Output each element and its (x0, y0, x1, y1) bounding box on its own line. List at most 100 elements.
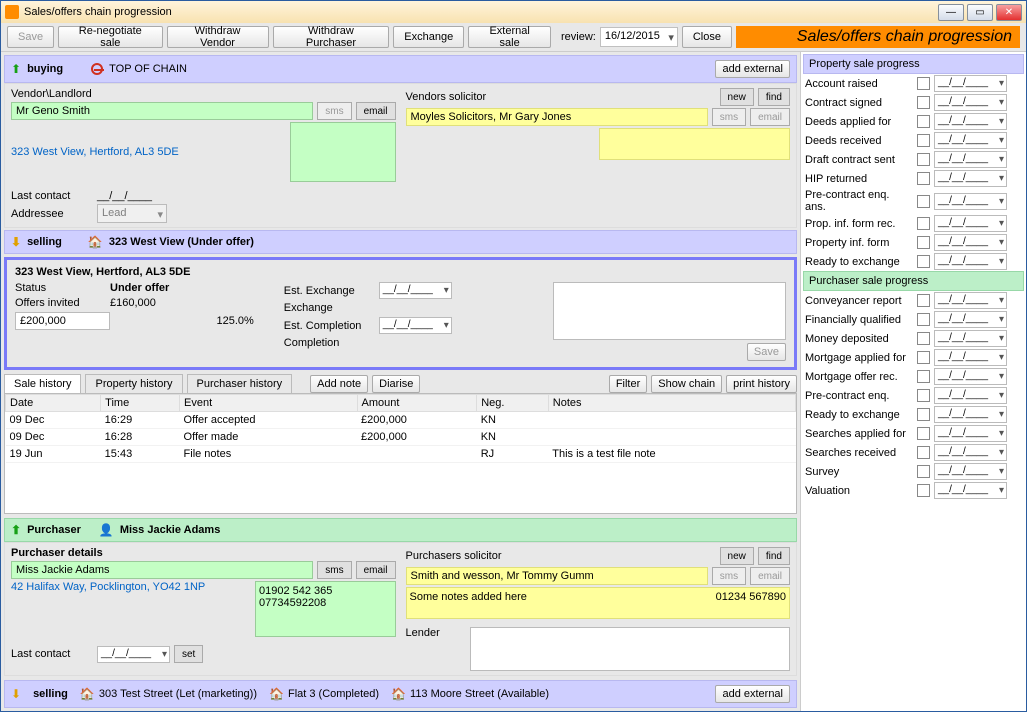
save-button[interactable]: Save (7, 26, 54, 48)
progress-date[interactable]: __/__/____ (934, 292, 1007, 309)
diarise-button[interactable]: Diarise (372, 375, 420, 393)
purchaser-solicitor-new-button[interactable]: new (720, 547, 754, 565)
vendor-email-button[interactable]: email (356, 102, 396, 120)
grid-header[interactable]: Event (180, 395, 358, 412)
purchaser-solicitor-find-button[interactable]: find (758, 547, 790, 565)
history-grid[interactable]: DateTimeEventAmountNeg.Notes 09 Dec16:29… (4, 393, 797, 514)
purchaser-sms-button[interactable]: sms (317, 561, 351, 579)
purchaser-solicitor-notes[interactable]: Some notes added here 01234 567890 (406, 587, 791, 619)
progress-date[interactable]: __/__/____ (934, 215, 1007, 232)
set-button[interactable]: set (174, 645, 203, 663)
progress-checkbox[interactable] (917, 408, 930, 421)
vendor-name-field[interactable]: Mr Geno Smith (11, 102, 313, 120)
progress-date[interactable]: __/__/____ (934, 349, 1007, 366)
close-window-button[interactable]: ✕ (996, 4, 1022, 21)
show-chain-button[interactable]: Show chain (651, 375, 722, 393)
grid-header[interactable]: Amount (357, 395, 477, 412)
bottom-prop1[interactable]: 303 Test Street (Let (marketing)) (99, 688, 257, 700)
withdraw-vendor-button[interactable]: Withdraw Vendor (167, 26, 269, 48)
solicitor-find-button[interactable]: find (758, 88, 790, 106)
tab-purchaser-history[interactable]: Purchaser history (187, 374, 293, 393)
purchaser-name-field[interactable]: Miss Jackie Adams (11, 561, 313, 579)
progress-checkbox[interactable] (917, 134, 930, 147)
progress-date[interactable]: __/__/____ (934, 387, 1007, 404)
solicitor-email-button[interactable]: email (750, 108, 790, 126)
progress-checkbox[interactable] (917, 255, 930, 268)
withdraw-purchaser-button[interactable]: Withdraw Purchaser (273, 26, 390, 48)
purchaser-solicitor-name-field[interactable]: Smith and wesson, Mr Tommy Gumm (406, 567, 708, 585)
progress-checkbox[interactable] (917, 389, 930, 402)
bottom-prop2[interactable]: Flat 3 (Completed) (288, 688, 379, 700)
progress-checkbox[interactable] (917, 115, 930, 128)
progress-date[interactable]: __/__/____ (934, 253, 1007, 270)
vendor-sms-button[interactable]: sms (317, 102, 351, 120)
lender-notes[interactable] (470, 627, 791, 671)
progress-date[interactable]: __/__/____ (934, 482, 1007, 499)
bottom-prop3[interactable]: 113 Moore Street (Available) (410, 688, 549, 700)
renegotiate-button[interactable]: Re-negotiate sale (58, 26, 162, 48)
progress-checkbox[interactable] (917, 313, 930, 326)
table-row[interactable]: 19 Jun15:43File notesRJThis is a test fi… (6, 446, 796, 463)
progress-date[interactable]: __/__/____ (934, 234, 1007, 251)
close-button[interactable]: Close (682, 26, 732, 48)
progress-date[interactable]: __/__/____ (934, 463, 1007, 480)
progress-checkbox[interactable] (917, 427, 930, 440)
progress-checkbox[interactable] (917, 172, 930, 185)
print-history-button[interactable]: print history (726, 375, 797, 393)
table-row[interactable]: 09 Dec16:28Offer made£200,000KN (6, 429, 796, 446)
progress-checkbox[interactable] (917, 484, 930, 497)
vendor-address-link[interactable]: 323 West View, Hertford, AL3 5DE (11, 146, 179, 158)
table-row[interactable]: 09 Dec16:29Offer accepted£200,000KN (6, 412, 796, 429)
progress-date[interactable]: __/__/____ (934, 330, 1007, 347)
progress-date[interactable]: __/__/____ (934, 151, 1007, 168)
est-exchange-date[interactable]: __/__/____ (379, 282, 452, 299)
progress-date[interactable]: __/__/____ (934, 193, 1007, 210)
progress-date[interactable]: __/__/____ (934, 444, 1007, 461)
progress-checkbox[interactable] (917, 465, 930, 478)
solicitor-new-button[interactable]: new (720, 88, 754, 106)
progress-date[interactable]: __/__/____ (934, 406, 1007, 423)
progress-checkbox[interactable] (917, 195, 930, 208)
add-external-bottom-button[interactable]: add external (715, 685, 790, 703)
purchaser-notes[interactable]: 01902 542 365 07734592208 (255, 581, 396, 637)
addressee-select[interactable]: Lead (97, 204, 167, 223)
progress-date[interactable]: __/__/____ (934, 425, 1007, 442)
minimize-button[interactable]: — (938, 4, 964, 21)
purchaser-email-button[interactable]: email (356, 561, 396, 579)
progress-checkbox[interactable] (917, 294, 930, 307)
progress-date[interactable]: __/__/____ (934, 311, 1007, 328)
purchaser-address-link[interactable]: 42 Halifax Way, Pocklington, YO42 1NP (11, 581, 251, 593)
purchaser-solicitor-sms-button[interactable]: sms (712, 567, 746, 585)
progress-date[interactable]: __/__/____ (934, 132, 1007, 149)
progress-checkbox[interactable] (917, 332, 930, 345)
tab-sale-history[interactable]: Sale history (4, 374, 81, 393)
card-notes[interactable] (553, 282, 786, 340)
progress-checkbox[interactable] (917, 217, 930, 230)
solicitor-notes[interactable] (599, 128, 790, 160)
card-save-button[interactable]: Save (747, 343, 786, 361)
progress-date[interactable]: __/__/____ (934, 113, 1007, 130)
add-external-buying-button[interactable]: add external (715, 60, 790, 78)
progress-checkbox[interactable] (917, 446, 930, 459)
progress-date[interactable]: __/__/____ (934, 94, 1007, 111)
exchange-button[interactable]: Exchange (393, 26, 464, 48)
add-note-button[interactable]: Add note (310, 375, 368, 393)
progress-checkbox[interactable] (917, 96, 930, 109)
progress-checkbox[interactable] (917, 153, 930, 166)
progress-checkbox[interactable] (917, 77, 930, 90)
progress-date[interactable]: __/__/____ (934, 75, 1007, 92)
purchaser-solicitor-email-button[interactable]: email (750, 567, 790, 585)
purchaser-last-contact-date[interactable]: __/__/____ (97, 646, 170, 663)
maximize-button[interactable]: ▭ (967, 4, 993, 21)
tab-property-history[interactable]: Property history (85, 374, 182, 393)
external-sale-button[interactable]: External sale (468, 26, 551, 48)
solicitor-sms-button[interactable]: sms (712, 108, 746, 126)
grid-header[interactable]: Notes (548, 395, 795, 412)
solicitor-name-field[interactable]: Moyles Solicitors, Mr Gary Jones (406, 108, 708, 126)
filter-button[interactable]: Filter (609, 375, 647, 393)
progress-date[interactable]: __/__/____ (934, 368, 1007, 385)
progress-checkbox[interactable] (917, 351, 930, 364)
progress-checkbox[interactable] (917, 370, 930, 383)
price-field[interactable]: £200,000 (15, 312, 110, 330)
progress-date[interactable]: __/__/____ (934, 170, 1007, 187)
